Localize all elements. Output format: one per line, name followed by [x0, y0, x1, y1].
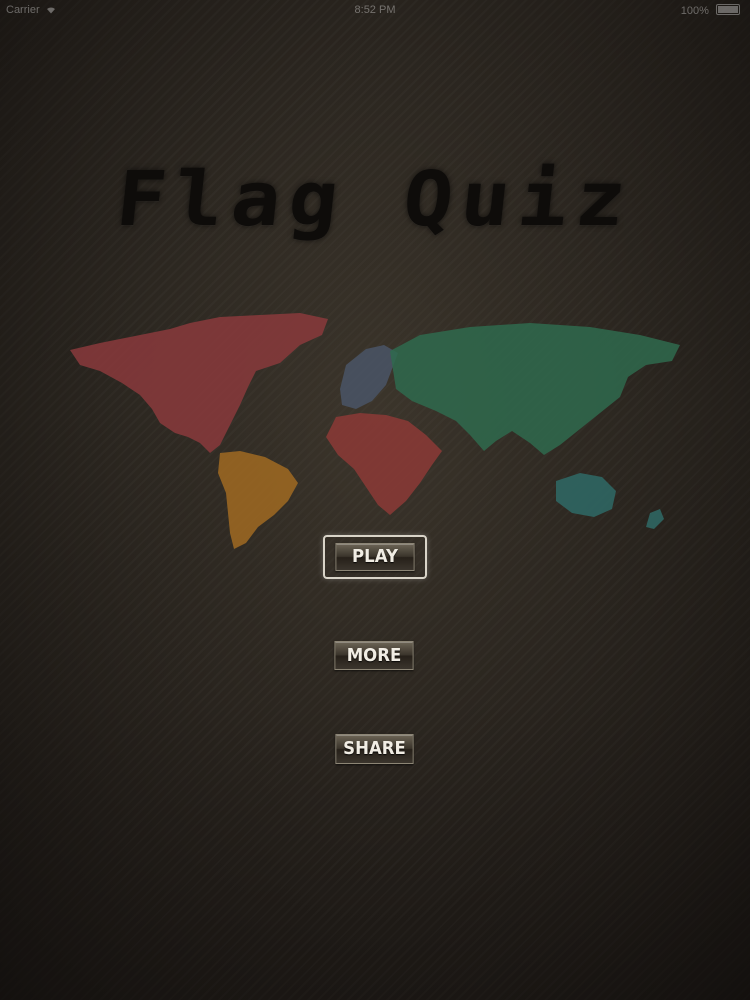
share-button-label: SHARE — [343, 738, 406, 759]
asia-shape — [390, 323, 680, 455]
africa-shape — [326, 413, 442, 515]
more-button-label: MORE — [346, 645, 402, 666]
play-button-frame: PLAY — [323, 535, 427, 579]
status-bar: Carrier 8:52 PM 100% — [0, 0, 750, 22]
main-menu-screen: Carrier 8:52 PM 100% Flag Quiz PLAY MORE… — [0, 0, 750, 1000]
south-america-shape — [218, 451, 298, 549]
australia-shape — [556, 473, 616, 517]
play-button[interactable]: PLAY — [335, 543, 415, 571]
play-button-label: PLAY — [352, 546, 398, 567]
world-map-icon — [70, 313, 680, 549]
battery-status: 100% — [681, 4, 740, 17]
europe-shape — [340, 345, 398, 409]
north-america-shape — [70, 313, 328, 453]
new-zealand-shape — [646, 509, 664, 529]
battery-icon — [716, 4, 740, 15]
share-button[interactable]: SHARE — [335, 734, 414, 764]
battery-percent: 100% — [680, 5, 709, 17]
app-title: Flag Quiz — [112, 155, 638, 244]
more-button[interactable]: MORE — [334, 641, 414, 670]
status-time: 8:52 PM — [354, 4, 396, 16]
